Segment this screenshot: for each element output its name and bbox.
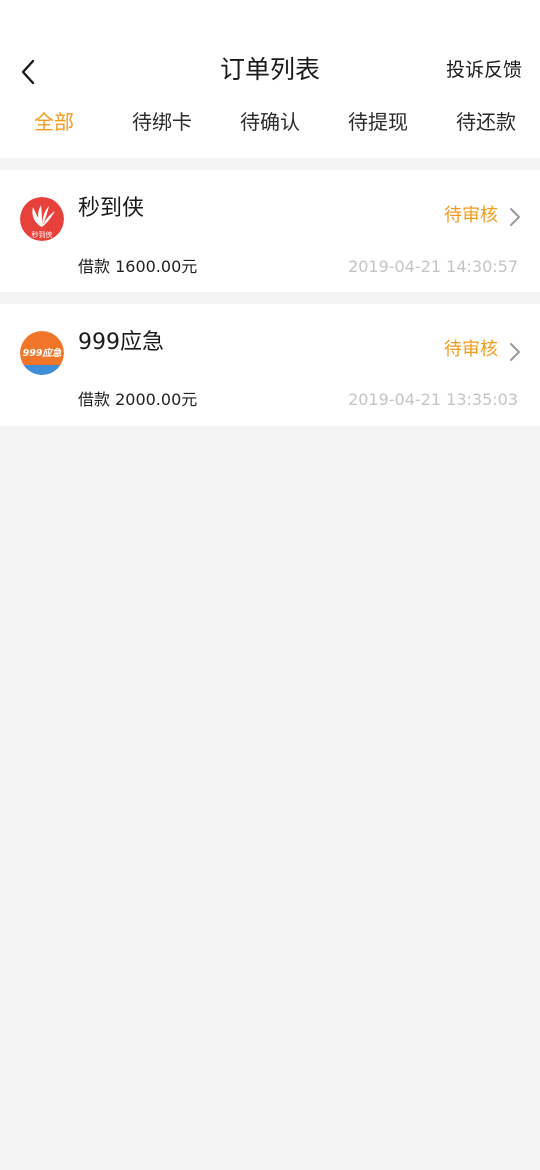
lender-name: 999应急: [78, 330, 164, 355]
miaodaoxia-logo-icon: 秒到侠: [20, 197, 64, 241]
chevron-right-icon[interactable]: [508, 207, 522, 227]
status-tabs: 全部 待绑卡 待确认 待提现 待还款: [0, 104, 540, 140]
tab-pending-bind-card[interactable]: 待绑卡: [108, 104, 216, 140]
order-card[interactable]: 秒到侠 秒到侠 待审核 借款 1600.00元 2019-04-21 14:30…: [0, 170, 540, 292]
loan-amount: 借款 2000.00元: [78, 390, 198, 409]
tab-all[interactable]: 全部: [0, 104, 108, 140]
order-timestamp: 2019-04-21 13:35:03: [348, 390, 518, 409]
lender-name: 秒到侠: [78, 196, 145, 221]
order-timestamp: 2019-04-21 14:30:57: [348, 257, 518, 276]
order-status[interactable]: 待审核: [444, 203, 498, 229]
svg-text:秒到侠: 秒到侠: [32, 230, 53, 239]
lender-logo: 999应急: [20, 331, 64, 375]
tab-pending-confirm[interactable]: 待确认: [216, 104, 324, 140]
tab-pending-repay[interactable]: 待还款: [432, 104, 540, 140]
loan-amount: 借款 1600.00元: [78, 257, 198, 276]
order-status[interactable]: 待审核: [444, 337, 498, 363]
tab-pending-withdraw[interactable]: 待提现: [324, 104, 432, 140]
header-area: 订单列表 投诉反馈 全部 待绑卡 待确认 待提现 待还款: [0, 0, 540, 158]
lender-logo: 秒到侠: [20, 197, 64, 241]
complaint-feedback-link[interactable]: 投诉反馈: [446, 55, 522, 85]
emergency999-logo-icon: 999应急: [20, 331, 64, 375]
svg-text:999应急: 999应急: [23, 347, 62, 359]
chevron-right-icon[interactable]: [508, 342, 522, 362]
order-card[interactable]: 999应急 999应急 待审核 借款 2000.00元 2019-04-21 1…: [0, 304, 540, 426]
